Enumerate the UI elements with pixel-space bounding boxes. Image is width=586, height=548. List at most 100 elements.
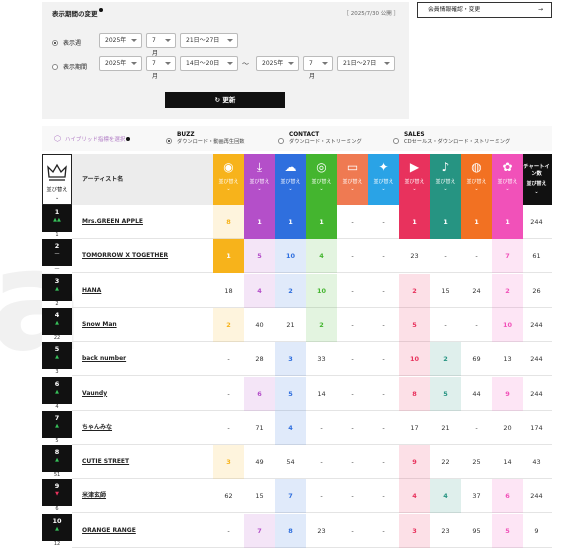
metric-cell: - (382, 492, 385, 501)
metric-cell: - (320, 458, 323, 467)
rank-badge: 10 ▲ 12 (42, 513, 72, 548)
sort-column-message[interactable]: ▭ 並び替え ⌄ (337, 154, 368, 205)
metric-cell: - (382, 389, 385, 398)
chart-in-cell: 244 (530, 218, 543, 226)
sort-column-cd[interactable]: ◉ 並び替え ⌄ (213, 154, 244, 205)
metric-cell: 3 (399, 513, 430, 548)
chart-in-header[interactable]: チャートイン数 並び替え ⌄ (521, 154, 552, 205)
sort-column-radio[interactable]: ◍ 並び替え ⌄ (461, 154, 492, 205)
metric-cell: 28 (255, 355, 264, 364)
artist-link[interactable]: HANA (82, 274, 101, 308)
metric-cell: 5 (275, 376, 306, 411)
weekly-radio-row[interactable]: 表示週 (52, 38, 81, 47)
member-info-button[interactable]: 会員情報確認・変更 → (417, 2, 552, 18)
range-to-week-select[interactable]: 21日〜27日 (337, 56, 395, 71)
artist-link[interactable]: Vaundy (82, 377, 107, 411)
period-panel: 表示期間の変更 ［ 2025/7/30 公開 ］ 表示週 2025年 7月 21… (42, 2, 409, 119)
table-row: 5 ▲ 3 back number -28 3 33- -10 2 69 13 244 (42, 342, 552, 377)
range-to-month-select[interactable]: 7月 (303, 56, 333, 80)
trend-icon: ▲ (55, 319, 59, 326)
sort-column-youtube[interactable]: ▶ 並び替え ⌄ (399, 154, 430, 205)
previous-rank: 2 (42, 300, 72, 308)
metric-cell: 7 (275, 479, 306, 514)
mode-contact[interactable]: CONTACT ダウンロード・ストリーミング (278, 132, 362, 146)
range-radio[interactable] (52, 63, 58, 70)
podcast-icon: ◎ (316, 160, 327, 174)
mode-sales[interactable]: SALES CDセールス・ダウンロード・ストリーミング (393, 132, 510, 146)
metric-cell: 1 (275, 205, 306, 239)
metric-cell: 9 (399, 445, 430, 480)
artist-link[interactable]: CUTIE STREET (82, 445, 129, 479)
sort-column-cloud[interactable]: ☁ 並び替え ⌄ (275, 154, 306, 205)
contact-radio[interactable] (278, 138, 284, 144)
update-button[interactable]: ↻ 更新 (165, 92, 285, 108)
metric-cell: 40 (255, 320, 264, 329)
previous-rank: 6 (42, 506, 72, 514)
sort-column-download[interactable]: ⤓ 並び替え ⌄ (244, 154, 275, 205)
weekly-week-select[interactable]: 21日〜27日 (180, 33, 238, 48)
metric-cell: - (475, 423, 478, 432)
metric-cell: 49 (255, 458, 264, 467)
artist-link[interactable]: Snow Man (82, 308, 117, 342)
sales-title: SALES (404, 132, 425, 138)
table-row: 1 ▲▲ 1 Mrs.GREEN APPLE 8 1 1 1- -1 1 1 1 244 (42, 205, 552, 239)
metric-cell: 24 (472, 286, 481, 295)
metric-cell: 1 (213, 239, 244, 274)
sort-column-podcast[interactable]: ◎ 並び替え ⌄ (306, 154, 337, 205)
metric-cell: - (382, 320, 385, 329)
rank-number: 7 (54, 413, 60, 422)
weekly-month-select[interactable]: 7月 (146, 33, 176, 57)
range-from-year-select[interactable]: 2025年 (99, 56, 142, 71)
column-sort-label: 並び替え (466, 179, 487, 185)
trend-icon: ▲ (55, 285, 59, 292)
youtube-icon: ▶ (409, 160, 420, 174)
metric-cell: - (351, 320, 354, 329)
rank-badge: 1 ▲▲ 1 (42, 205, 72, 239)
metric-cell: 14 (503, 458, 512, 467)
chevron-down-icon: ⌄ (319, 186, 324, 192)
mode-buzz[interactable]: BUZZ ダウンロード・動画再生回数 (166, 132, 244, 146)
range-radio-row[interactable]: 表示期間 (52, 62, 87, 71)
message-icon: ▭ (346, 160, 359, 174)
artist-link[interactable]: back number (82, 342, 126, 376)
weekly-year-select[interactable]: 2025年 (99, 33, 142, 48)
range-from-week-select[interactable]: 14日〜20日 (180, 56, 238, 71)
metric-cell: - (382, 526, 385, 535)
metric-cell: - (351, 286, 354, 295)
sort-column-twitter[interactable]: ✦ 並び替え ⌄ (368, 154, 399, 205)
metric-cell: - (475, 252, 478, 261)
metric-cell: - (382, 218, 385, 226)
metric-cell: 2 (492, 273, 523, 308)
rank-sort-header[interactable]: 並び替え ⌄ (42, 154, 72, 205)
mode-selector: ⬡ ハイブリッド指標を選択 BUZZ ダウンロード・動画再生回数 CONTACT ダ… (42, 126, 552, 151)
metric-cell: 4 (306, 239, 337, 274)
column-sort-label: 並び替え (404, 179, 425, 185)
sort-column-spiral[interactable]: ✿ 並び替え ⌄ (492, 154, 523, 205)
metric-cell: 17 (410, 423, 419, 432)
rank-badge: 3 ▲ 2 (42, 273, 72, 308)
chart-in-cell: 61 (532, 252, 541, 261)
chevron-down-icon: ⌄ (257, 186, 262, 192)
chart-in-sort-label: 並び替え (526, 181, 547, 187)
buzz-radio[interactable] (166, 138, 172, 144)
rank-badge: 5 ▲ 3 (42, 342, 72, 377)
metric-cell: 5 (399, 307, 430, 342)
artist-link[interactable]: 米津玄師 (82, 479, 106, 513)
artist-link[interactable]: TOMORROW X TOGETHER (82, 239, 168, 273)
chevron-down-icon: ⌄ (288, 186, 293, 192)
weekly-radio[interactable] (52, 39, 58, 46)
metric-cell: 37 (472, 492, 481, 501)
sort-column-microphone[interactable]: ♪ 並び替え ⌄ (430, 154, 461, 205)
metric-cell: 14 (317, 389, 326, 398)
chevron-down-icon: ⌄ (55, 195, 60, 201)
hybrid-indicator: ⬡ ハイブリッド指標を選択 (54, 134, 131, 143)
column-sort-label: 並び替え (435, 179, 456, 185)
artist-link[interactable]: ちゃんみな (82, 411, 112, 445)
range-from-month-select[interactable]: 7月 (146, 56, 176, 80)
chevron-down-icon: ⌄ (443, 186, 448, 192)
artist-link[interactable]: Mrs.GREEN APPLE (82, 205, 143, 239)
sales-radio[interactable] (393, 138, 399, 144)
metric-cell: - (351, 492, 354, 501)
artist-link[interactable]: ORANGE RANGE (82, 514, 136, 548)
range-to-year-select[interactable]: 2025年 (256, 56, 299, 71)
